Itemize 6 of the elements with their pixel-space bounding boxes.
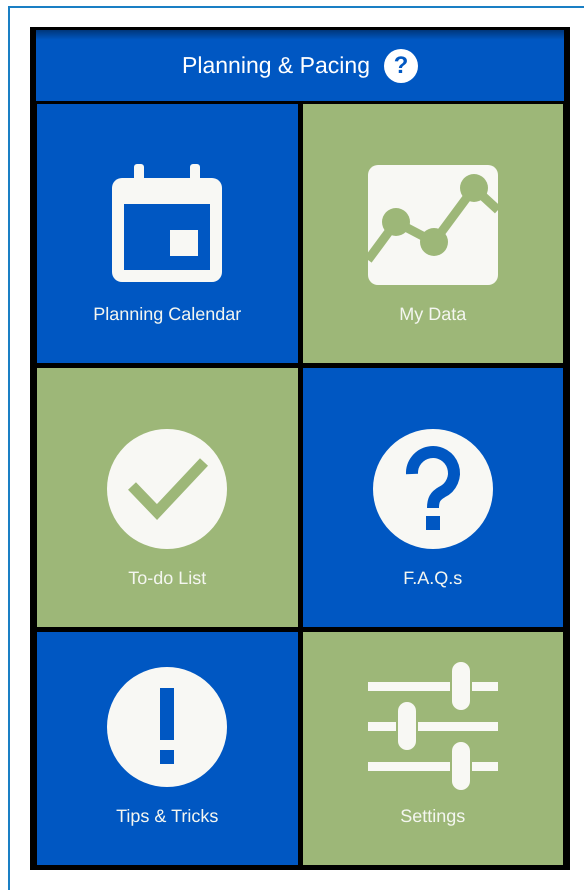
app-title: Planning & Pacing: [182, 52, 370, 79]
sliders-icon: [368, 662, 498, 792]
menu-tile[interactable]: Tips & Tricks: [37, 632, 298, 865]
menu-tile[interactable]: F.A.Q.s: [302, 368, 563, 627]
help-button[interactable]: ?: [384, 48, 418, 82]
menu-tile[interactable]: Planning Calendar: [37, 104, 298, 363]
